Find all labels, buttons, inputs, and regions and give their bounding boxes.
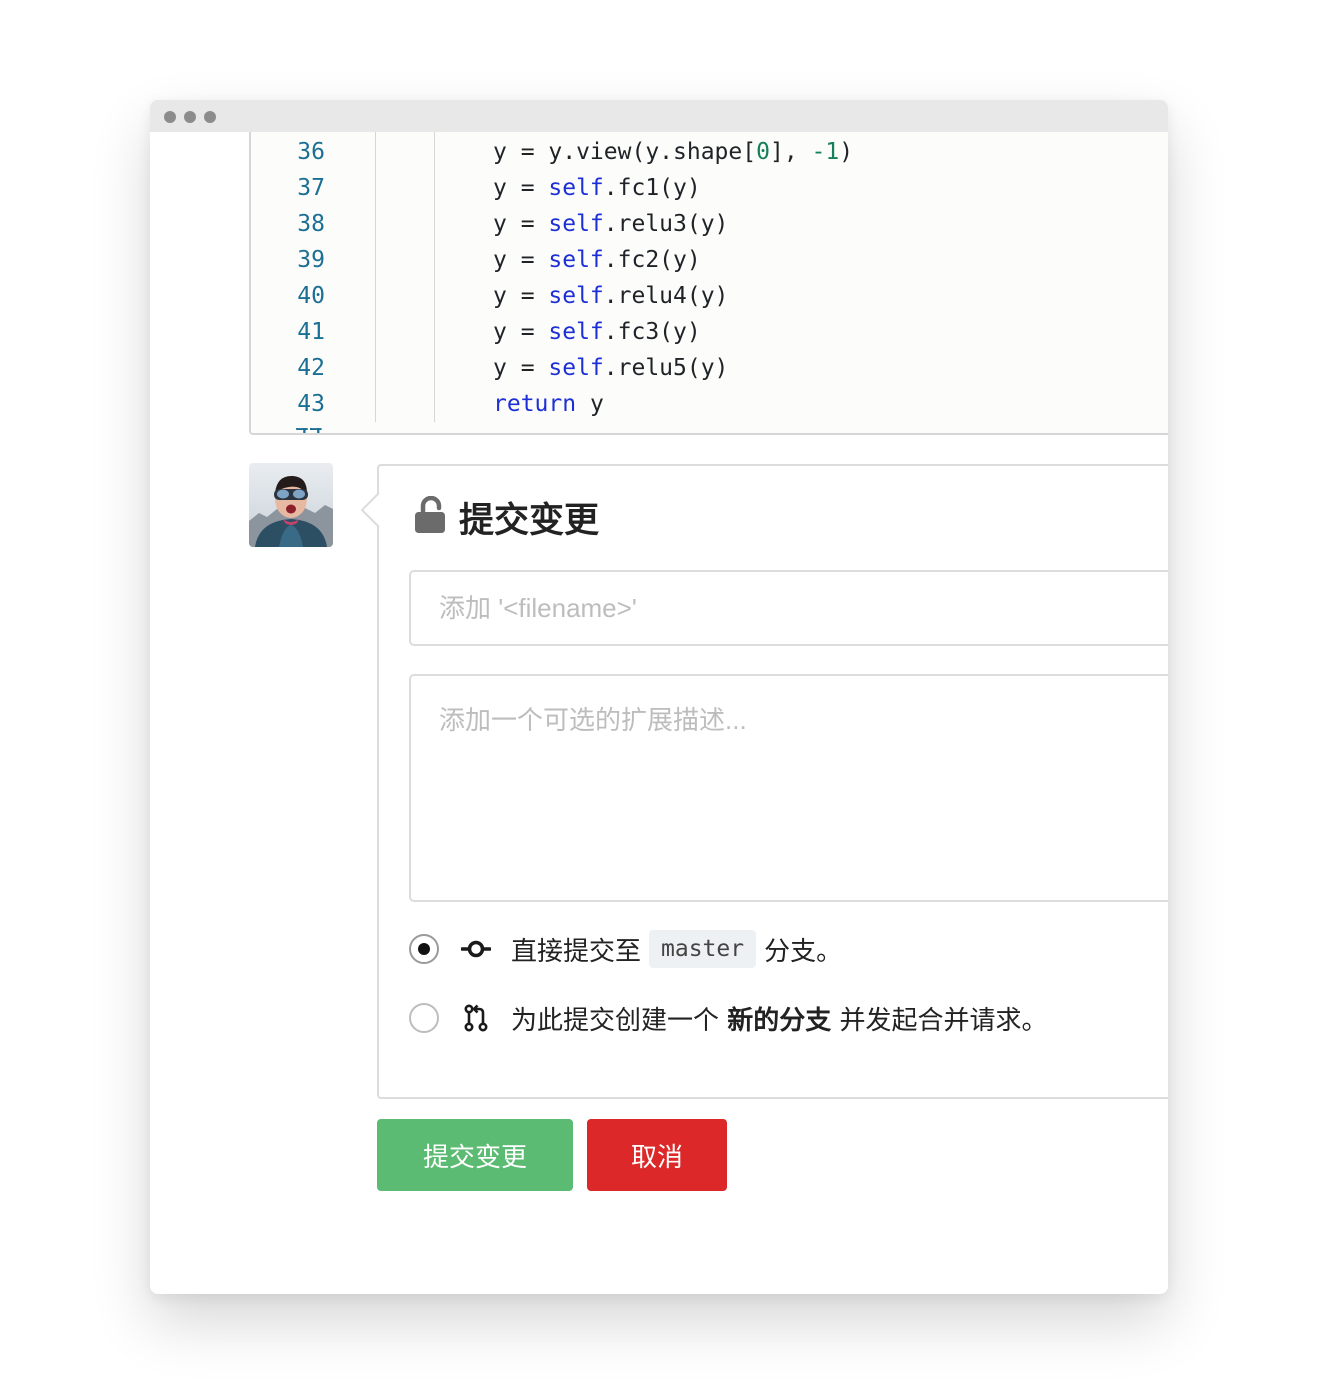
code-token: y = (493, 283, 549, 309)
option-new-branch-prefix: 为此提交创建一个 (511, 1005, 728, 1036)
code-line: 36 y = y.view(y.shape[0], -1) (251, 134, 1168, 170)
code-token: .fc2(y) (603, 247, 701, 273)
code-token: .relu3(y) (603, 211, 729, 237)
code-token: y = (493, 211, 549, 237)
code-token: y = (493, 247, 549, 273)
commit-summary-input[interactable] (409, 570, 1168, 646)
code-token: y = (493, 355, 549, 381)
code-token: .relu4(y) (603, 283, 729, 309)
code-line: 42 y = self.relu5(y) (251, 350, 1168, 386)
line-number: 39 (297, 247, 325, 273)
code-token: y = (493, 319, 549, 345)
code-text: y = self.relu4(y) (493, 278, 728, 314)
code-keyword: self (548, 175, 604, 201)
window-dot (164, 111, 176, 123)
option-new-branch-suffix: 并发起合并请求。 (831, 1005, 1048, 1036)
code-viewer: 36 y = y.view(y.shape[0], -1) 37 y = self.f… (249, 132, 1168, 435)
panel-pointer (360, 492, 382, 528)
code-keyword: self (548, 283, 604, 309)
partial-line-number: 44 (295, 428, 325, 433)
radio-direct-commit[interactable] (409, 934, 439, 964)
cancel-button[interactable]: 取消 (587, 1119, 727, 1191)
code-token: y = y.view(y.shape[ (493, 139, 757, 165)
option-new-branch[interactable]: 为此提交创建一个 新的分支 并发起合并请求。 (409, 998, 1048, 1038)
code-token: ], (769, 139, 812, 165)
code-line: 43 return y (251, 386, 1168, 422)
avatar (249, 463, 333, 547)
line-number: 41 (297, 319, 325, 345)
unlock-icon (413, 495, 447, 538)
option-direct-suffix: 分支。 (764, 936, 843, 967)
window-titlebar (150, 100, 1168, 132)
code-token: y = (493, 175, 549, 201)
commit-title: 提交变更 (413, 495, 599, 541)
line-number: 40 (297, 283, 325, 309)
code-token: .fc3(y) (603, 319, 701, 345)
code-token: .fc1(y) (603, 175, 701, 201)
code-text: y = self.fc2(y) (493, 242, 701, 278)
code-text: y = self.fc1(y) (493, 170, 701, 206)
code-keyword: self (548, 247, 604, 273)
code-line: 41 y = self.fc3(y) (251, 314, 1168, 350)
code-token: .relu5(y) (603, 355, 729, 381)
code-line: 40 y = self.relu4(y) (251, 278, 1168, 314)
code-line: 37 y = self.fc1(y) (251, 170, 1168, 206)
option-direct-prefix: 直接提交至 (511, 936, 642, 967)
window-dot (204, 111, 216, 123)
option-new-branch-bold: 新的分支 (727, 1005, 832, 1036)
line-number: 38 (297, 211, 325, 237)
line-number: 43 (297, 391, 325, 417)
code-text: y = y.view(y.shape[0], -1) (493, 134, 853, 170)
code-keyword: self (548, 355, 604, 381)
panel-title-text: 提交变更 (459, 500, 600, 541)
radio-new-branch[interactable] (409, 1003, 439, 1033)
code-token: y (576, 391, 604, 417)
git-commit-icon (460, 934, 492, 964)
code-keyword: self (548, 211, 604, 237)
code-text: y = self.relu5(y) (493, 350, 728, 386)
line-number: 37 (297, 175, 325, 201)
code-line: 39 y = self.fc2(y) (251, 242, 1168, 278)
code-number: -1 (811, 139, 840, 165)
code-token: ) (839, 139, 854, 165)
browser-window: 36 y = y.view(y.shape[0], -1) 37 y = self.f… (150, 100, 1168, 1294)
branch-name: master (649, 930, 757, 968)
commit-changes-button[interactable]: 提交变更 (377, 1119, 573, 1191)
code-text: y = self.relu3(y) (493, 206, 728, 242)
option-direct-commit[interactable]: 直接提交至 master 分支。 (409, 929, 842, 969)
commit-description-input[interactable] (409, 674, 1168, 902)
code-line: 38 y = self.relu3(y) (251, 206, 1168, 242)
window-dot (184, 111, 196, 123)
line-number: 42 (297, 355, 325, 381)
code-number: 0 (756, 139, 770, 165)
code-keyword: return (493, 391, 577, 417)
code-text: y = self.fc3(y) (493, 314, 701, 350)
git-pull-request-icon (461, 1003, 491, 1033)
line-number: 36 (297, 139, 325, 165)
code-text: return y (493, 386, 604, 422)
code-keyword: self (548, 319, 604, 345)
